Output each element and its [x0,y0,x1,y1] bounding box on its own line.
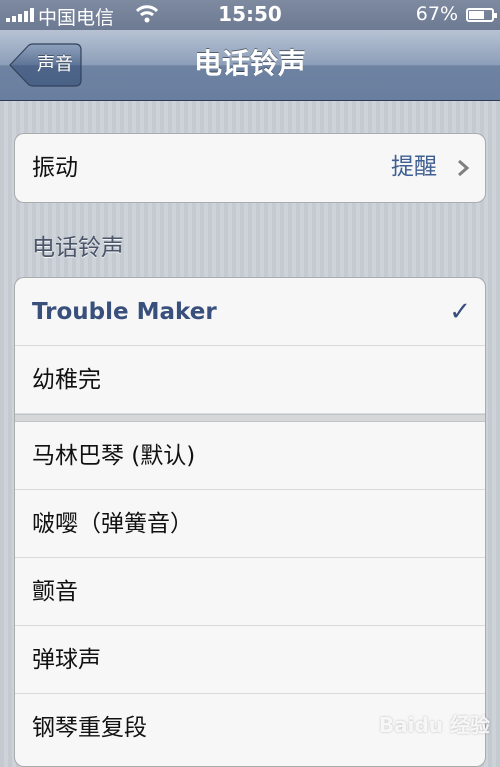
ringtone-label: 马林巴琴 (默认) [32,443,196,469]
ringtone-label: 幼稚完 [32,367,101,393]
ringtone-label: 弹球声 [32,647,101,673]
ringtone-label: Trouble Maker [32,299,217,325]
ringtone-item[interactable]: 幼稚完 [15,346,485,414]
vibration-value: 提醒 [391,154,437,180]
ringtone-label: 啵嘤（弹簧音） [32,511,193,537]
ringtone-item[interactable]: 颤音 [15,558,485,626]
ringtone-label: 钢琴重复段 [32,715,147,741]
chevron-right-icon [458,160,469,176]
list-divider [15,414,485,422]
checkmark-icon: ✓ [449,297,471,327]
battery-icon [466,8,497,22]
vibration-label: 振动 [32,155,78,181]
ringtone-item[interactable]: 马林巴琴 (默认) [15,422,485,490]
ringtone-list: Trouble Maker ✓ 幼稚完 马林巴琴 (默认) 啵嘤（弹簧音） 颤音… [14,277,486,767]
ringtone-item-trouble-maker[interactable]: Trouble Maker ✓ [15,278,485,346]
section-header: 电话铃声 [32,235,124,261]
battery-percent: 67% [415,3,458,25]
navigation-bar: 电话铃声 声音 [0,30,500,101]
vibration-row[interactable]: 振动 提醒 [15,134,485,202]
ringtone-item[interactable]: 弹球声 [15,626,485,694]
ringtone-item[interactable]: 啵嘤（弹簧音） [15,490,485,558]
watermark: Baidu 经验 [378,713,490,737]
back-button[interactable]: 声音 [8,43,82,87]
back-button-label: 声音 [37,54,73,75]
vibration-group: 振动 提醒 [14,133,486,203]
ringtone-label: 颤音 [32,579,78,605]
status-bar: 中国电信 15:50 67% [0,0,500,30]
